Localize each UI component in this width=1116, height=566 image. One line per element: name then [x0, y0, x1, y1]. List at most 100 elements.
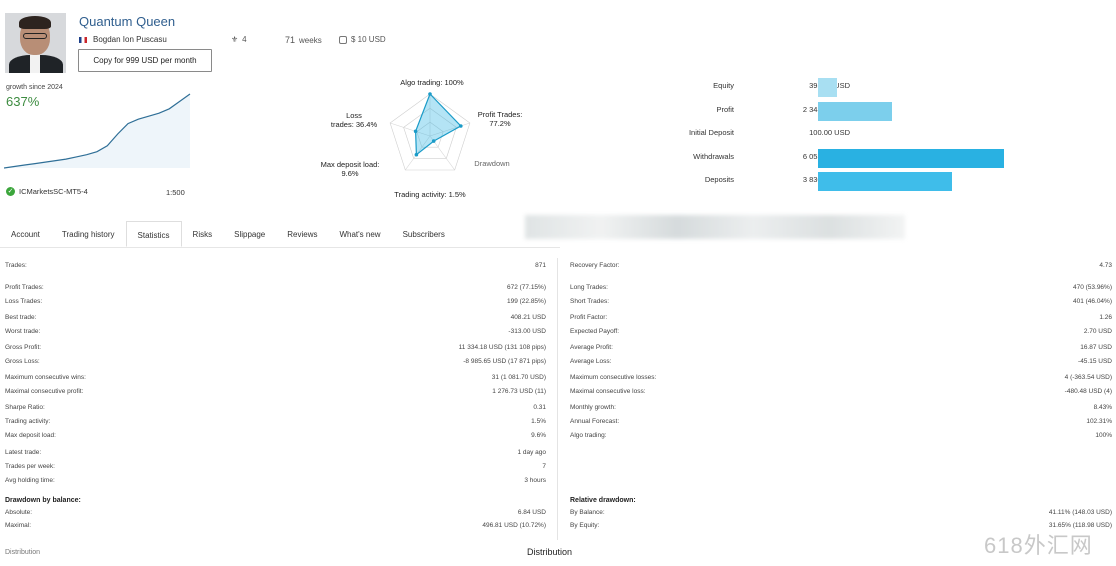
radar-label-drawdown: Drawdown: [474, 159, 510, 168]
stat-key: Maximal consecutive profit:: [5, 388, 84, 395]
stat-row: Trades per week: 7: [0, 463, 550, 474]
balance-bar[interactable]: [818, 172, 952, 191]
weeks-meta: 71 weeks: [285, 35, 322, 45]
stat-value: 4 (-363.54 USD): [1064, 374, 1112, 381]
signal-title[interactable]: Quantum Queen: [79, 14, 175, 29]
stat-row: Avg holding time: 3 hours: [0, 477, 550, 488]
growth-label: growth since 2024: [6, 84, 63, 91]
stat-row: Recovery Factor: 4.73: [565, 262, 1116, 273]
stat-row: Loss Trades: 199 (22.85%): [0, 298, 550, 309]
stat-key: By Equity:: [570, 522, 600, 529]
stat-value: 1.5%: [531, 418, 546, 425]
radar-load-title: Max deposit load:: [320, 160, 380, 169]
growth-chart[interactable]: [4, 92, 192, 174]
stat-row: Worst trade: -313.00 USD: [0, 328, 550, 339]
tab-subscribers[interactable]: Subscribers: [392, 221, 456, 247]
weeks-value: 71: [285, 35, 296, 45]
balance-bar[interactable]: [818, 148, 1004, 168]
stat-row: Annual Forecast: 102.31%: [565, 418, 1116, 429]
stat-value: 100%: [1095, 432, 1112, 439]
balance-row: Profit2 348.53 USD: [650, 101, 1050, 122]
stat-value: 7: [542, 463, 546, 470]
radar-label-profit: Profit Trades: 77.2%: [470, 110, 530, 128]
stat-key: Maximum consecutive losses:: [570, 374, 657, 381]
radar-profit-value: 77.2%: [489, 119, 511, 128]
subscribers-icon: ⚜: [231, 35, 239, 44]
drawdown-absolute-row: Absolute: 6.84 USD: [0, 509, 550, 520]
balance-row: Withdrawals6 053.00 USD: [650, 148, 1050, 169]
relative-drawdown-title: Relative drawdown:: [570, 497, 636, 504]
leverage: 1:500: [166, 188, 185, 197]
stat-value: 102.31%: [1086, 418, 1112, 425]
stat-key: Monthly growth:: [570, 404, 616, 411]
stat-value: 11 334.18 USD (131 108 pips): [458, 344, 546, 351]
tab-risks[interactable]: Risks: [182, 221, 224, 247]
radar-loss-value: trades: 36.4%: [330, 120, 378, 129]
subscribers-meta: ⚜ 4: [231, 35, 247, 44]
balance-label: Profit: [716, 104, 734, 114]
stat-row: Average Loss: -45.15 USD: [565, 358, 1116, 369]
broker-server[interactable]: ICMarketsSC-MT5-4: [19, 187, 88, 196]
balance-label: Equity: [713, 81, 734, 90]
stat-row: Maximum consecutive wins: 31 (1 081.70 US…: [0, 374, 550, 385]
stat-value: 408.21 USD: [510, 314, 546, 321]
stat-key: Trading activity:: [5, 418, 51, 425]
stat-key: Sharpe Ratio:: [5, 404, 45, 411]
stat-row: Maximum consecutive losses: 4 (-363.54 US…: [565, 374, 1116, 385]
stat-key: Expected Payoff:: [570, 328, 620, 335]
stat-key: By Balance:: [570, 509, 605, 516]
stat-key: Average Loss:: [570, 358, 612, 365]
stat-key: Profit Trades:: [5, 284, 44, 291]
author-avatar[interactable]: [5, 13, 66, 73]
radar-point: [459, 124, 463, 128]
relative-balance-row: By Balance: 41.11% (148.03 USD): [565, 509, 1116, 520]
stat-value: 41.11% (148.03 USD): [1048, 509, 1112, 516]
tab-reviews[interactable]: Reviews: [276, 221, 328, 247]
balance-label: Withdrawals: [693, 151, 734, 161]
tab-account[interactable]: Account: [0, 221, 51, 247]
stat-row: Max deposit load: 9.6%: [0, 432, 550, 443]
stat-key: Best trade:: [5, 314, 37, 321]
stat-key: Trades per week:: [5, 463, 55, 470]
distribution-heading: Distribution: [527, 547, 573, 557]
radar-label-loss: Loss trades: 36.4%: [316, 111, 392, 129]
tab-trading-history[interactable]: Trading history: [51, 221, 126, 247]
blurred-ad-banner: [525, 215, 905, 239]
tab-slippage[interactable]: Slippage: [223, 221, 276, 247]
radar-point: [414, 152, 419, 157]
stat-value: 470 (53.96%): [1072, 284, 1112, 291]
tab-statistics[interactable]: Statistics: [125, 221, 182, 247]
wallet-icon: [339, 35, 347, 44]
stat-key: Maximum consecutive wins:: [5, 374, 86, 381]
stat-row: Maximal consecutive loss: -480.48 USD (4): [565, 388, 1116, 399]
radar-loss-title: Loss: [346, 111, 362, 120]
radar-profit-title: Profit Trades:: [477, 110, 523, 119]
stat-value: 0.31: [533, 404, 546, 411]
stat-key: Maximal:: [5, 522, 32, 529]
stat-key: Average Profit:: [570, 344, 613, 351]
stat-key: Absolute:: [5, 509, 33, 516]
radar-point: [431, 139, 436, 143]
balance-bar[interactable]: [818, 101, 892, 121]
stat-value: 4.73: [1099, 262, 1112, 269]
stat-value: -313.00 USD: [508, 328, 546, 335]
author-name[interactable]: Bogdan Ion Puscasu: [93, 35, 167, 44]
balance-value: 100.00 USD: [809, 128, 850, 137]
stat-key: Gross Profit:: [5, 344, 42, 351]
stat-row: Profit Factor: 1.26: [565, 314, 1116, 325]
tab-what-s-new[interactable]: What's new: [328, 221, 391, 247]
stat-row: Latest trade: 1 day ago: [0, 449, 550, 460]
broker-row: ✓ ICMarketsSC-MT5-4: [6, 187, 88, 196]
stat-value: 871: [535, 262, 546, 269]
radar-value-shape: [414, 92, 462, 156]
stat-row: Gross Profit: 11 334.18 USD (131 108 pips…: [0, 344, 550, 355]
stat-value: 401 (46.04%): [1072, 298, 1112, 305]
stat-key: Max deposit load:: [5, 432, 56, 439]
balance-bar[interactable]: [818, 78, 837, 97]
copy-signal-button[interactable]: Copy for 999 USD per month: [78, 49, 212, 72]
stat-row: Long Trades: 470 (53.96%): [565, 284, 1116, 295]
stat-value: 9.6%: [531, 432, 546, 439]
stat-key: Algo trading:: [570, 432, 607, 439]
stat-key: Gross Loss:: [5, 358, 40, 365]
stat-value: 2.70 USD: [1083, 328, 1112, 335]
